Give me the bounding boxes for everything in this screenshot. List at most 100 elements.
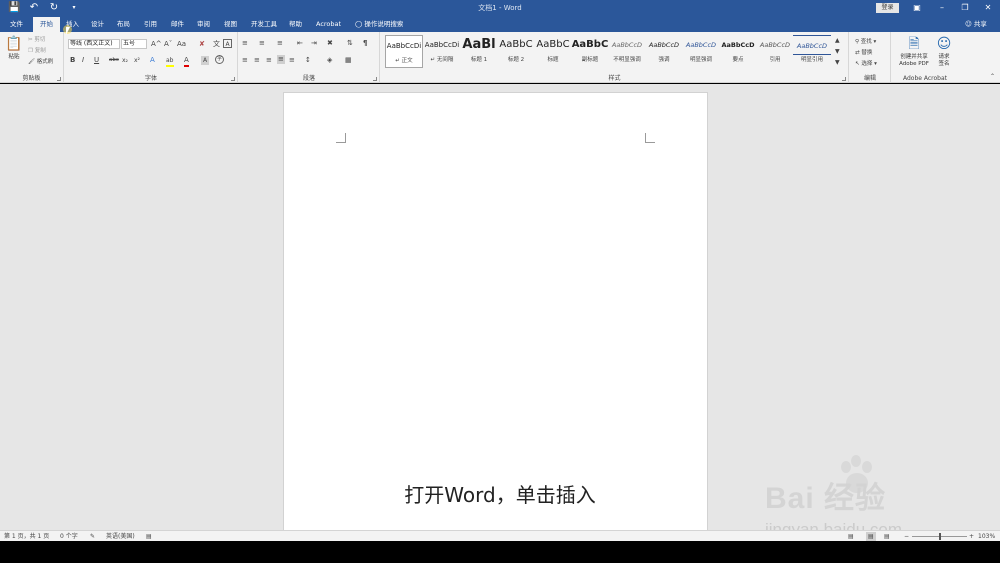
styles-more-icon[interactable]: ▼ [835,58,840,67]
grow-font-icon[interactable]: A^ [151,40,162,49]
enclose-characters-icon[interactable]: 字 [215,55,224,64]
style-subtle-emphasis[interactable]: AaBbCcD 不明显强调 [608,35,646,68]
highlight-color-button[interactable]: ab [166,56,174,67]
close-icon[interactable]: ✕ [982,2,994,14]
clipboard-launcher-icon[interactable] [57,77,61,81]
print-layout-icon[interactable]: ▤ [866,532,876,541]
style-normal[interactable]: AaBbCcDi ↵ 正文 [385,35,423,68]
style-subtitle[interactable]: AaBbC 副标题 [571,35,609,68]
style-title[interactable]: AaBbC 标题 [534,35,572,68]
zoom-slider-thumb[interactable] [939,533,941,540]
style-emphasis[interactable]: AaBbCcD 强调 [645,35,683,68]
tab-mailings[interactable]: 邮件 [169,17,186,32]
italic-button[interactable]: I [82,56,84,65]
justify-icon[interactable]: ≡ [277,55,285,64]
web-layout-icon[interactable]: ▤ [884,532,890,541]
align-right-icon[interactable]: ≡ [266,56,272,65]
proofing-icon[interactable]: ✎ [90,532,95,541]
character-border-icon[interactable]: A [223,39,232,48]
tab-file[interactable]: 文件 [8,17,25,32]
font-size-dropdown[interactable]: 五号 [121,39,147,49]
numbering-icon[interactable]: ≡ [259,39,265,48]
create-share-pdf-button[interactable]: 🗎 创建并共享 签名 Adobe PDF [894,36,934,68]
styles-launcher-icon[interactable] [842,77,846,81]
distributed-icon[interactable]: ≡ [289,56,295,65]
style-no-spacing[interactable]: AaBbCcDi ↵ 无间隔 [423,35,461,68]
subscript-button[interactable]: x₂ [122,56,128,65]
show-marks-icon[interactable]: ¶ [363,39,367,48]
paragraph-launcher-icon[interactable] [373,77,377,81]
character-shading-icon[interactable]: A [201,56,209,65]
acrobat-group: 🗎 创建并共享 签名 Adobe PDF ☺ 请求 签名 Adobe Acrob… [892,32,958,83]
style-quote[interactable]: AaBbCcD 引用 [756,35,794,68]
person-icon: ☺ [965,20,972,28]
strikethrough-button[interactable]: abc [109,56,119,65]
multilevel-list-icon[interactable]: ≡ [277,39,283,48]
page-count[interactable]: 第 1 页，共 1 页 [4,532,49,541]
macro-record-icon[interactable]: ▤ [146,532,152,541]
clear-formatting-icon[interactable]: ✘ [199,40,205,49]
select-button[interactable]: ↖ 选择 ▾ [855,59,877,67]
signature-person-icon: ☺ [936,36,952,52]
bullets-icon[interactable]: ≡ [242,39,248,48]
underline-button[interactable]: U [94,56,99,65]
copy-button[interactable]: ❐ 复制 [28,46,46,54]
collapse-ribbon-icon[interactable]: ⌃ [990,72,995,81]
tab-view[interactable]: 视图 [222,17,239,32]
shading-icon[interactable]: ◈ [327,56,332,65]
superscript-button[interactable]: x² [134,56,140,65]
decrease-indent-icon[interactable]: ⇤ [297,39,303,48]
login-button[interactable]: 登录 [876,3,899,13]
tab-home[interactable]: 开始 [33,17,60,32]
minimize-icon[interactable]: – [936,2,948,14]
phonetic-guide-icon[interactable]: 文 [213,40,220,49]
style-strong[interactable]: AaBbCcD 要点 [719,35,757,68]
increase-indent-icon[interactable]: ⇥ [311,39,317,48]
tab-layout[interactable]: 布局 [115,17,132,32]
font-launcher-icon[interactable] [231,77,235,81]
align-left-icon[interactable]: ≡ [242,56,248,65]
tab-acrobat[interactable]: Acrobat [314,17,343,32]
tell-me-search[interactable]: ◯ 操作说明搜索 [355,17,403,32]
request-signature-button[interactable]: ☺ 请求 签名 [932,36,956,68]
replace-button[interactable]: ⇄ 替换 [855,48,872,56]
tab-help[interactable]: 帮助 [287,17,304,32]
font-color-button[interactable]: A [184,56,189,67]
styles-scroll-up-icon[interactable]: ▲ [835,36,840,45]
tab-review[interactable]: 审阅 [195,17,212,32]
tab-design[interactable]: 设计 [89,17,106,32]
style-heading-2[interactable]: AaBbC 标题 2 [497,35,535,68]
find-button[interactable]: ⚲ 查找 ▾ [855,37,876,45]
restore-icon[interactable]: ❐ [959,2,971,14]
change-case-icon[interactable]: Aa [177,40,186,49]
style-intense-quote[interactable]: AaBbCcD 明显引用 [793,35,831,68]
sort-icon[interactable]: ⇅ [347,39,353,48]
align-center-icon[interactable]: ≡ [254,56,260,65]
read-mode-icon[interactable]: ▤ [848,532,854,541]
paste-button[interactable]: 📋 粘贴 [3,36,25,61]
bold-button[interactable]: B [70,56,75,65]
tab-developer[interactable]: 开发工具 [249,17,279,32]
tab-references[interactable]: 引用 [142,17,159,32]
document-page[interactable] [283,92,708,532]
borders-icon[interactable]: ▦ [345,56,352,65]
format-painter-button[interactable]: 🖌 格式刷 [28,57,53,65]
zoom-in-button[interactable]: + [969,532,974,541]
share-button[interactable]: ☺ 共享 [965,17,987,32]
zoom-level[interactable]: 103% [978,532,995,541]
chinese-layout-icon[interactable]: ✖ [327,39,333,48]
cut-button[interactable]: ✂ 剪切 [28,35,45,43]
ribbon-tabs: 文件 开始 插入 设计 布局 引用 邮件 审阅 视图 开发工具 帮助 Acrob… [0,17,1000,32]
zoom-out-button[interactable]: − [904,532,909,541]
line-spacing-icon[interactable]: ↕ [305,56,311,65]
styles-scroll-down-icon[interactable]: ▼ [835,47,840,56]
ribbon-display-options-icon[interactable]: ▣ [911,2,923,14]
word-count[interactable]: 0 个字 [60,532,78,541]
shrink-font-icon[interactable]: Aˇ [164,40,172,49]
language-indicator[interactable]: 英语(美国) [106,532,135,541]
style-intense-emphasis[interactable]: AaBbCcD 明显强调 [682,35,720,68]
window-title: 文档1 - Word [478,4,522,12]
text-effects-icon[interactable]: A [150,56,155,65]
font-name-dropdown[interactable]: 等线 (西文正文) [68,39,120,49]
style-heading-1[interactable]: AaBl 标题 1 [460,35,498,68]
